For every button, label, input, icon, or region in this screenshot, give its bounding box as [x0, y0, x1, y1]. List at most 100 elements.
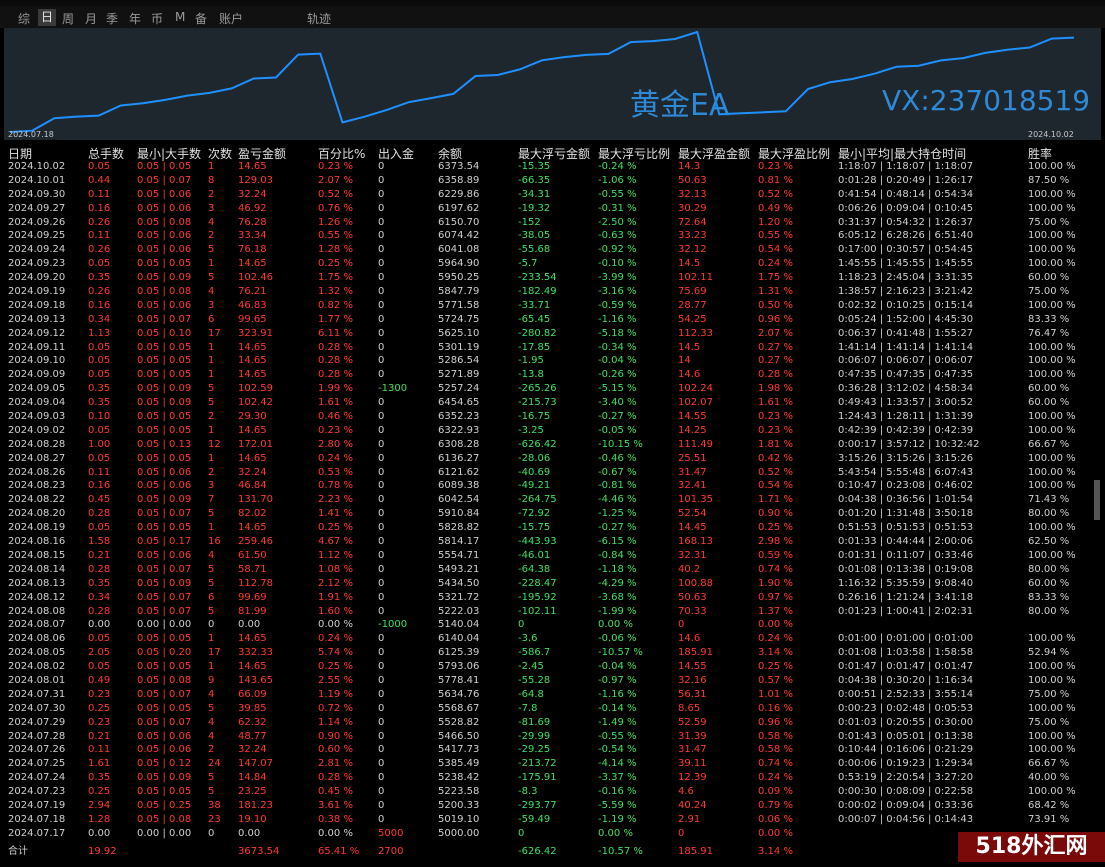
cell-total-lots: 0.21	[88, 730, 111, 742]
footer-max-float-profit-pct: 3.14 %	[758, 846, 793, 857]
table-row[interactable]: 2024.09.27 0.16 0.05 | 0.06 3 46.92 0.76 % 0 61…	[0, 202, 1105, 216]
tab-note[interactable]: 备	[195, 10, 207, 27]
table-row[interactable]: 2024.08.12 0.34 0.05 | 0.07 6 99.69 1.91 % 0 53…	[0, 591, 1105, 605]
tab-month[interactable]: 月	[85, 10, 97, 27]
tab-quarter[interactable]: 季	[106, 10, 118, 27]
table-row[interactable]: 2024.09.23 0.05 0.05 | 0.05 1 14.65 0.25 % 0 59…	[0, 257, 1105, 271]
table-row[interactable]: 2024.07.28 0.21 0.05 | 0.06 4 48.77 0.90 % 0 54…	[0, 730, 1105, 744]
cell-balance: 6074.42	[438, 230, 480, 242]
cell-max-float-loss-pct: -0.92 %	[598, 244, 637, 256]
cell-percent: 1.26 %	[318, 216, 353, 228]
cell-max-float-profit-pct: 0.27 %	[758, 341, 793, 353]
tab-track[interactable]: 轨迹	[307, 10, 331, 27]
cell-count: 5	[208, 786, 215, 798]
table-row[interactable]: 2024.08.06 0.05 0.05 | 0.05 1 14.65 0.24 % 0 61…	[0, 632, 1105, 646]
cell-percent: 0.00 %	[318, 827, 353, 839]
cell-win-rate: 83.33 %	[1028, 313, 1070, 325]
table-row[interactable]: 2024.08.23 0.16 0.05 | 0.06 3 46.84 0.78 % 0 60…	[0, 479, 1105, 493]
table-row[interactable]: 2024.09.02 0.05 0.05 | 0.05 1 14.65 0.23 % 0 63…	[0, 424, 1105, 438]
cell-pnl: 14.65	[238, 522, 267, 534]
table-row[interactable]: 2024.09.24 0.26 0.05 | 0.06 5 76.18 1.28 % 0 60…	[0, 243, 1105, 257]
cell-min-max-lots: 0.05 | 0.06	[137, 299, 192, 311]
table-row[interactable]: 2024.08.15 0.21 0.05 | 0.06 4 61.50 1.12 % 0 55…	[0, 549, 1105, 563]
cell-hold-time: 0:06:26 | 0:09:04 | 0:10:45	[838, 202, 974, 214]
footer-percent: 65.41 %	[318, 846, 360, 857]
cell-balance: 6150.70	[438, 216, 480, 228]
table-row[interactable]: 2024.07.24 0.35 0.05 | 0.09 5 14.84 0.28 % 0 52…	[0, 771, 1105, 785]
table-row[interactable]: 2024.07.25 1.61 0.05 | 0.12 24 147.07 2.81 % 0…	[0, 757, 1105, 771]
cell-min-max-lots: 0.05 | 0.09	[137, 272, 192, 284]
table-row[interactable]: 2024.07.30 0.25 0.05 | 0.05 5 39.85 0.72 % 0 55…	[0, 702, 1105, 716]
cell-win-rate: 76.47 %	[1028, 327, 1070, 339]
cell-deposit: 0	[378, 549, 385, 561]
tab-account[interactable]: 账户	[219, 10, 243, 27]
table-row[interactable]: 2024.09.03 0.10 0.05 | 0.05 2 29.30 0.46 % 0 63…	[0, 410, 1105, 424]
table-row[interactable]: 2024.07.31 0.23 0.05 | 0.07 4 66.09 1.19 % 0 56…	[0, 688, 1105, 702]
table-row[interactable]: 2024.08.19 0.05 0.05 | 0.05 1 14.65 0.25 % 0 58…	[0, 521, 1105, 535]
cell-pnl: 323.91	[238, 327, 273, 339]
table-row[interactable]: 2024.08.20 0.28 0.05 | 0.07 5 82.02 1.41 % 0 59…	[0, 507, 1105, 521]
table-row[interactable]: 2024.07.26 0.11 0.05 | 0.06 2 32.24 0.60 % 0 54…	[0, 743, 1105, 757]
cell-min-max-lots: 0.05 | 0.07	[137, 313, 192, 325]
cell-hold-time: 1:18:23 | 2:45:04 | 3:31:35	[838, 272, 974, 284]
table-row[interactable]: 2024.08.14 0.28 0.05 | 0.07 5 58.71 1.08 % 0 54…	[0, 563, 1105, 577]
table-row[interactable]: 2024.07.29 0.23 0.05 | 0.07 4 62.32 1.14 % 0 55…	[0, 716, 1105, 730]
cell-total-lots: 0.26	[88, 244, 111, 256]
tab-week[interactable]: 周	[62, 10, 74, 27]
cell-max-float-loss: -265.26	[518, 383, 557, 395]
table-row[interactable]: 2024.08.28 1.00 0.05 | 0.13 12 172.01 2.80 % 0…	[0, 438, 1105, 452]
table-row[interactable]: 2024.08.13 0.35 0.05 | 0.09 5 112.78 2.12 % 0 5…	[0, 577, 1105, 591]
table-row[interactable]: 2024.08.05 2.05 0.05 | 0.20 17 332.33 5.74 % 0…	[0, 646, 1105, 660]
cell-hold-time: 0:01:08 | 1:03:58 | 1:58:58	[838, 647, 974, 659]
table-row[interactable]: 2024.09.04 0.35 0.05 | 0.09 5 102.42 1.61 % 0 6…	[0, 396, 1105, 410]
table-row[interactable]: 2024.07.19 2.94 0.05 | 0.25 38 181.23 3.61 % 0…	[0, 799, 1105, 813]
table-row[interactable]: 2024.08.16 1.58 0.05 | 0.17 16 259.46 4.67 % 0…	[0, 535, 1105, 549]
tab-m[interactable]: M	[175, 10, 185, 24]
cell-count: 1	[208, 369, 215, 381]
cell-max-float-profit-pct: 0.58 %	[758, 730, 793, 742]
cell-pnl: 14.65	[238, 424, 267, 436]
tab-year[interactable]: 年	[129, 10, 141, 27]
table-row[interactable]: 2024.09.25 0.11 0.05 | 0.06 2 33.34 0.55 % 0 60…	[0, 229, 1105, 243]
tab-summary[interactable]: 综	[18, 10, 30, 27]
table-row[interactable]: 2024.09.26 0.26 0.05 | 0.08 4 76.28 1.26 % 0 61…	[0, 216, 1105, 230]
table-row[interactable]: 2024.08.27 0.05 0.05 | 0.05 1 14.65 0.24 % 0 61…	[0, 452, 1105, 466]
table-row[interactable]: 2024.09.09 0.05 0.05 | 0.05 1 14.65 0.28 % 0 52…	[0, 368, 1105, 382]
table-row[interactable]: 2024.09.13 0.34 0.05 | 0.07 6 99.65 1.77 % 0 57…	[0, 313, 1105, 327]
tab-currency[interactable]: 币	[151, 10, 163, 27]
cell-max-float-profit: 56.31	[678, 688, 707, 700]
table-row[interactable]: 2024.08.01 0.49 0.05 | 0.08 9 143.65 2.55 % 0 5…	[0, 674, 1105, 688]
table-row[interactable]: 2024.09.12 1.13 0.05 | 0.10 17 323.91 6.11 % 0…	[0, 327, 1105, 341]
table-row[interactable]: 2024.09.20 0.35 0.05 | 0.09 5 102.46 1.75 % 0 5…	[0, 271, 1105, 285]
table-row[interactable]: 2024.09.05 0.35 0.05 | 0.09 5 102.59 1.99 % -1…	[0, 382, 1105, 396]
tab-day[interactable]: 日	[38, 9, 57, 26]
table-row[interactable]: 2024.10.01 0.44 0.05 | 0.07 8 129.03 2.07 % 0 6…	[0, 174, 1105, 188]
table-row[interactable]: 2024.09.18 0.16 0.05 | 0.06 3 46.83 0.82 % 0 57…	[0, 299, 1105, 313]
cell-balance: 6125.39	[438, 647, 480, 659]
cell-count: 2	[208, 411, 215, 423]
table-row[interactable]: 2024.08.26 0.11 0.05 | 0.06 2 32.24 0.53 % 0 61…	[0, 466, 1105, 480]
table-row[interactable]: 2024.08.08 0.28 0.05 | 0.07 5 81.99 1.60 % 0 52…	[0, 605, 1105, 619]
cell-deposit: 0	[378, 730, 385, 742]
cell-total-lots: 0.25	[88, 786, 111, 798]
cell-max-float-profit: 32.41	[678, 480, 707, 492]
table-row[interactable]: 2024.07.18 1.28 0.05 | 0.08 23 19.10 0.38 % 0 5…	[0, 813, 1105, 827]
table-row[interactable]: 2024.09.19 0.26 0.05 | 0.08 4 76.21 1.32 % 0 58…	[0, 285, 1105, 299]
table-row[interactable]: 2024.10.02 0.05 0.05 | 0.05 1 14.65 0.23 % 0 63…	[0, 160, 1105, 174]
table-row[interactable]: 2024.09.10 0.05 0.05 | 0.05 1 14.65 0.28 % 0 52…	[0, 354, 1105, 368]
cell-max-float-profit: 31.47	[678, 744, 707, 756]
cell-win-rate: 100.00 %	[1028, 661, 1076, 673]
table-row[interactable]: 2024.07.23 0.25 0.05 | 0.05 5 23.25 0.45 % 0 52…	[0, 785, 1105, 799]
table-row[interactable]: 2024.08.22 0.45 0.05 | 0.09 7 131.70 2.23 % 0 6…	[0, 493, 1105, 507]
table-row[interactable]: 2024.09.11 0.05 0.05 | 0.05 1 14.65 0.28 % 0 53…	[0, 341, 1105, 355]
table-row[interactable]: 2024.07.17 0.00 0.00 | 0.00 0 0.00 0.00 % 5000…	[0, 827, 1105, 841]
vertical-scrollbar[interactable]	[1094, 480, 1100, 520]
table-row[interactable]: 2024.08.02 0.05 0.05 | 0.05 1 14.65 0.25 % 0 57…	[0, 660, 1105, 674]
table-row[interactable]: 2024.09.30 0.11 0.05 | 0.06 2 32.24 0.52 % 0 62…	[0, 188, 1105, 202]
cell-max-float-profit-pct: 0.27 %	[758, 355, 793, 367]
cell-max-float-loss: -5.7	[518, 258, 538, 270]
cell-total-lots: 0.26	[88, 216, 111, 228]
cell-win-rate: 80.00 %	[1028, 563, 1070, 575]
table-row[interactable]: 2024.08.07 0.00 0.00 | 0.00 0 0.00 0.00 % -100…	[0, 618, 1105, 632]
cell-date: 2024.09.24	[8, 244, 66, 256]
